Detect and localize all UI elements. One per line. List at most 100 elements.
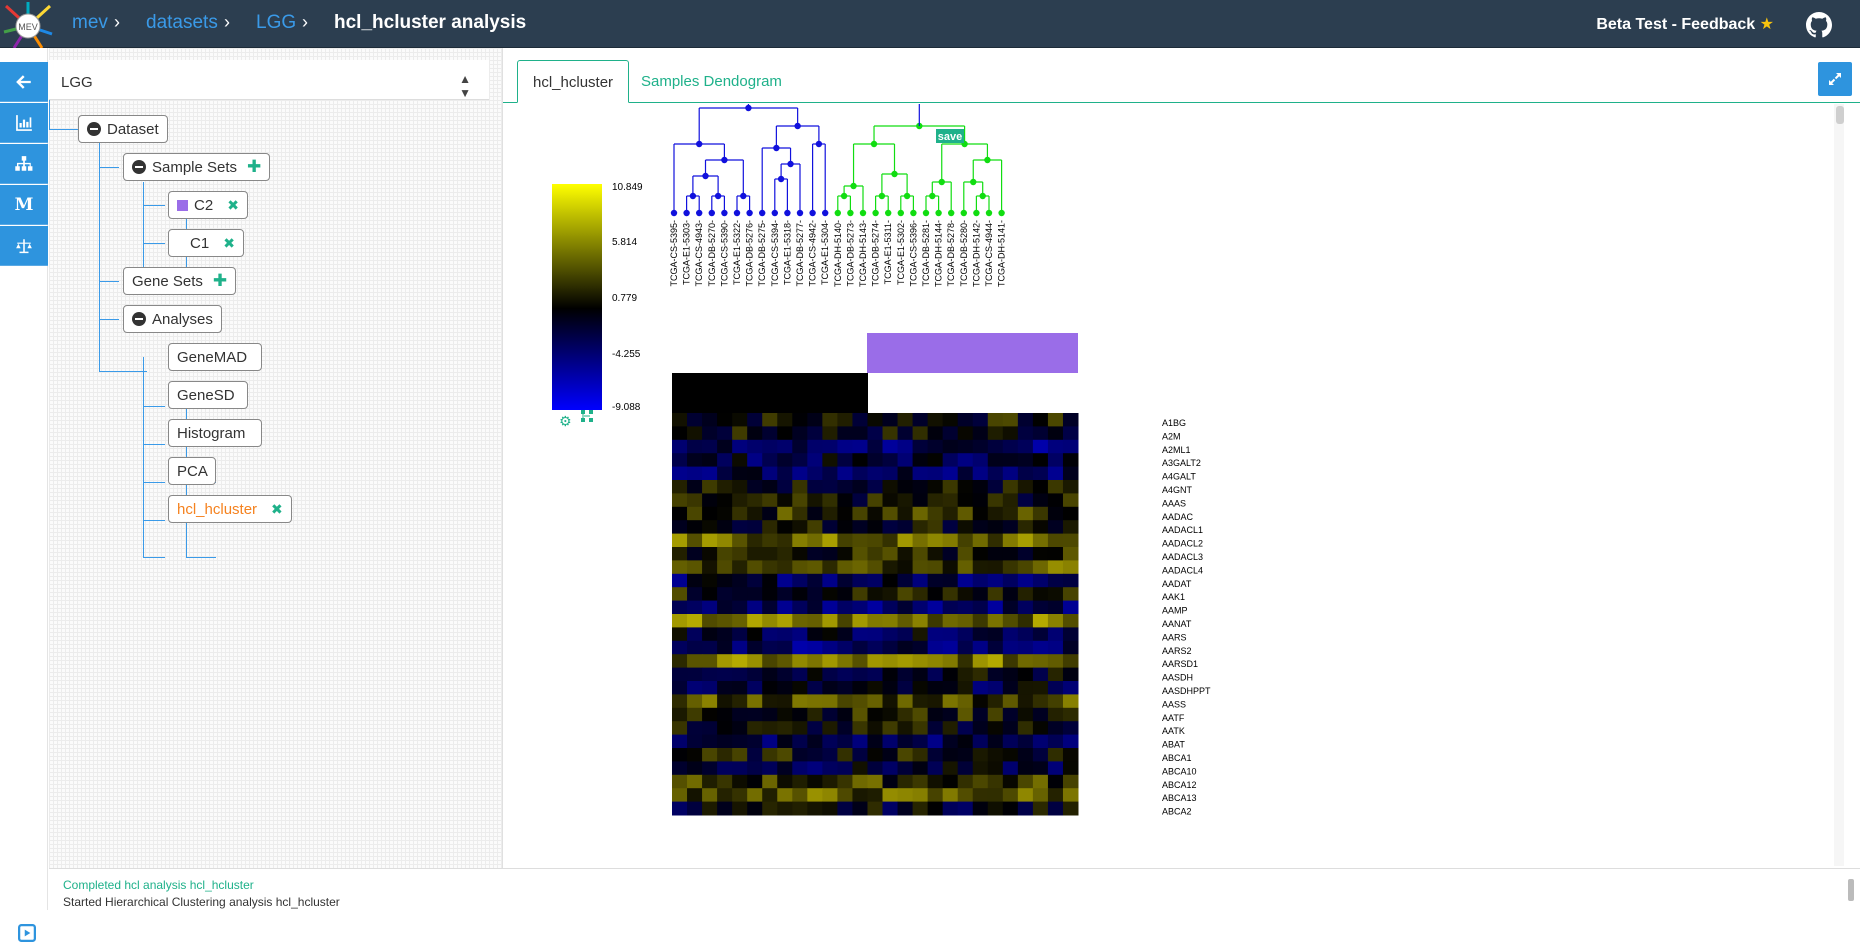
- heatmap-cell[interactable]: [897, 493, 914, 508]
- heatmap-cell[interactable]: [1002, 614, 1019, 628]
- heatmap-cell[interactable]: [717, 640, 733, 655]
- heatmap-cell[interactable]: [972, 667, 989, 682]
- heatmap-cell[interactable]: [732, 466, 748, 481]
- heatmap-cell[interactable]: [927, 493, 944, 508]
- heatmap-cell[interactable]: [837, 587, 853, 602]
- heatmap-cell[interactable]: [1017, 774, 1034, 789]
- heatmap-cell[interactable]: [942, 707, 959, 722]
- heatmap-cell[interactable]: [822, 573, 838, 588]
- heatmap-cell[interactable]: [1032, 453, 1049, 468]
- heatmap-cell[interactable]: [792, 520, 808, 535]
- heatmap-cell[interactable]: [837, 560, 853, 575]
- heatmap-cell[interactable]: [792, 734, 808, 749]
- heatmap-cell[interactable]: [777, 761, 793, 776]
- heatmap-cell[interactable]: [822, 413, 838, 427]
- heatmap-cell[interactable]: [822, 748, 838, 762]
- heatmap-cell[interactable]: [1047, 506, 1064, 521]
- heatmap-cell[interactable]: [822, 547, 838, 561]
- heatmap-cell[interactable]: [687, 573, 703, 588]
- heatmap-cell[interactable]: [717, 694, 733, 709]
- heatmap-cell[interactable]: [717, 453, 733, 468]
- heatmap-cell[interactable]: [927, 721, 944, 736]
- github-icon[interactable]: [1806, 12, 1832, 38]
- heatmap-cell[interactable]: [687, 707, 703, 722]
- heatmap-cell[interactable]: [1062, 466, 1079, 481]
- heatmap-cell[interactable]: [822, 707, 838, 722]
- heatmap-cell[interactable]: [1062, 533, 1079, 548]
- heatmap-cell[interactable]: [807, 480, 823, 494]
- heatmap-cell[interactable]: [702, 533, 718, 548]
- heatmap-cell[interactable]: [942, 466, 959, 481]
- heatmap-cell[interactable]: [987, 439, 1004, 454]
- heatmap-cell[interactable]: [807, 774, 823, 789]
- heatmap-cell[interactable]: [1017, 788, 1034, 803]
- heatmap-cell[interactable]: [1032, 439, 1049, 454]
- heatmap-cell[interactable]: [897, 761, 914, 776]
- heatmap-cell[interactable]: [867, 587, 884, 602]
- heatmap-cell[interactable]: [972, 681, 989, 695]
- heatmap-cell[interactable]: [957, 453, 974, 468]
- heatmap-cell[interactable]: [762, 506, 778, 521]
- heatmap-cell[interactable]: [687, 761, 703, 776]
- heatmap-cell[interactable]: [717, 600, 733, 615]
- heatmap-cell[interactable]: [912, 493, 929, 508]
- heatmap-cell[interactable]: [807, 788, 823, 803]
- tab-hcl-hcluster[interactable]: hcl_hcluster: [517, 60, 630, 103]
- tree-node-dataset[interactable]: Dataset: [78, 115, 168, 143]
- heatmap-cell[interactable]: [777, 774, 793, 789]
- heatmap-cell[interactable]: [1062, 654, 1079, 669]
- heatmap-cell[interactable]: [942, 667, 959, 682]
- heatmap-cell[interactable]: [837, 640, 853, 655]
- heatmap-cell[interactable]: [912, 520, 929, 535]
- heatmap-cell[interactable]: [687, 439, 703, 454]
- heatmap-cell[interactable]: [942, 547, 959, 561]
- heatmap-cell[interactable]: [792, 426, 808, 441]
- heatmap-cell[interactable]: [1062, 667, 1079, 682]
- heatmap-cell[interactable]: [807, 614, 823, 628]
- heatmap-cell[interactable]: [717, 493, 733, 508]
- heatmap-cell[interactable]: [882, 453, 899, 468]
- heatmap-cell[interactable]: [687, 734, 703, 749]
- heatmap-cell[interactable]: [702, 480, 718, 494]
- heatmap-cell[interactable]: [987, 506, 1004, 521]
- heatmap-cell[interactable]: [972, 547, 989, 561]
- remove-icon[interactable]: ✖: [271, 501, 283, 518]
- heatmap-cell[interactable]: [927, 761, 944, 776]
- heatmap-cell[interactable]: [1047, 493, 1064, 508]
- heatmap-cell[interactable]: [807, 654, 823, 669]
- heatmap-cell[interactable]: [1017, 748, 1034, 762]
- heatmap-cell[interactable]: [732, 547, 748, 561]
- heatmap-cell[interactable]: [912, 453, 929, 468]
- heatmap-cell[interactable]: [1047, 466, 1064, 481]
- heatmap-cell[interactable]: [747, 774, 763, 789]
- heatmap-cell[interactable]: [687, 667, 703, 682]
- heatmap-cell[interactable]: [672, 547, 688, 561]
- heatmap-cell[interactable]: [702, 627, 718, 642]
- heatmap-cell[interactable]: [972, 587, 989, 602]
- heatmap-cell[interactable]: [852, 694, 868, 709]
- heatmap-cell[interactable]: [882, 721, 899, 736]
- heatmap-cell[interactable]: [687, 600, 703, 615]
- heatmap-cell[interactable]: [777, 547, 793, 561]
- heatmap-cell[interactable]: [942, 681, 959, 695]
- heatmap-cell[interactable]: [1002, 466, 1019, 481]
- heatmap-cell[interactable]: [912, 587, 929, 602]
- heatmap-cell[interactable]: [1017, 480, 1034, 494]
- heatmap-cell[interactable]: [777, 654, 793, 669]
- heatmap-cell[interactable]: [762, 774, 778, 789]
- heatmap-cell[interactable]: [1002, 748, 1019, 762]
- heatmap-cell[interactable]: [702, 721, 718, 736]
- heatmap-cell[interactable]: [747, 600, 763, 615]
- heatmap-cell[interactable]: [792, 667, 808, 682]
- heatmap-cell[interactable]: [792, 560, 808, 575]
- heatmap-cell[interactable]: [852, 573, 868, 588]
- heatmap-cell[interactable]: [747, 573, 763, 588]
- collapse-icon[interactable]: [132, 160, 146, 174]
- heatmap-cell[interactable]: [702, 439, 718, 454]
- heatmap-cell[interactable]: [987, 573, 1004, 588]
- heatmap-cell[interactable]: [1062, 453, 1079, 468]
- heatmap-cell[interactable]: [957, 761, 974, 776]
- heatmap-cell[interactable]: [837, 426, 853, 441]
- heatmap-cell[interactable]: [837, 614, 853, 628]
- heatmap-cell[interactable]: [897, 627, 914, 642]
